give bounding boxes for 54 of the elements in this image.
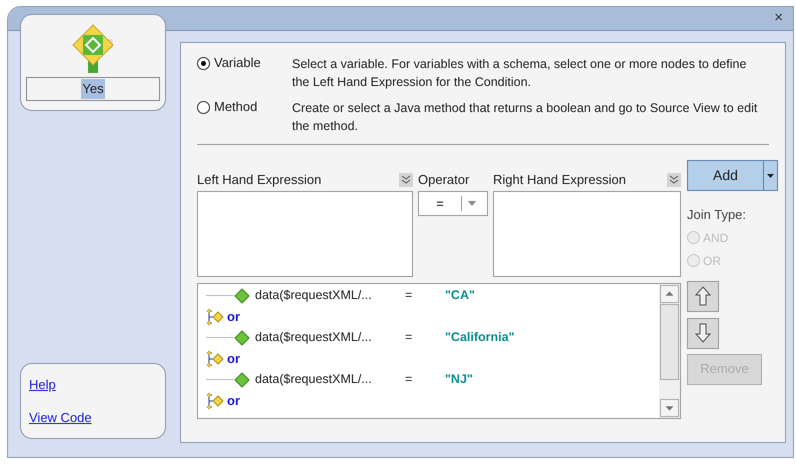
diamond-icon (234, 330, 250, 346)
radio-label[interactable]: Method (214, 97, 258, 117)
move-down-button[interactable] (687, 318, 719, 348)
close-button[interactable]: × (774, 7, 783, 30)
column-label: Operator (418, 171, 470, 190)
dropdown-arrow-icon (468, 201, 476, 206)
operator-value: = (405, 287, 414, 304)
right-value: "California" (445, 329, 515, 346)
right-value: "CA" (445, 287, 475, 304)
left-value: data($requestXML/... (255, 329, 373, 346)
scrollbar[interactable] (659, 284, 680, 418)
node-label-field[interactable]: Yes (26, 77, 160, 101)
column-label: Right Hand Expression (493, 171, 626, 190)
join-type-label: Join Type: (687, 206, 748, 224)
dropdown-arrow-icon (767, 174, 774, 178)
left-value: data($requestXML/... (255, 371, 373, 388)
column-label: Left Hand Expression (197, 171, 322, 190)
option-description: Create or select a Java method that returns a boolean and go to Source View to edit the method. (292, 100, 758, 135)
option-description: Select a variable. For variables with a schema, select one or more nodes to define the Left Hand Expression for the Condition. (292, 56, 748, 91)
radio-button[interactable] (197, 100, 210, 114)
radio-button[interactable] (197, 56, 210, 70)
join-icon (206, 350, 226, 368)
move-up-button[interactable] (687, 280, 719, 312)
link[interactable]: View Code (29, 408, 92, 428)
join-row[interactable]: or (198, 390, 659, 411)
scroll-down-icon[interactable] (660, 399, 679, 417)
scrollbar-thumb[interactable] (660, 304, 679, 380)
join-label: or (227, 308, 240, 326)
left-value: data($requestXML/... (255, 287, 373, 304)
expand-icon[interactable] (667, 173, 681, 187)
join-label: or (227, 350, 240, 368)
add-button[interactable]: Add (687, 160, 778, 191)
right-value: "NJ" (445, 371, 473, 388)
up-arrow-icon (695, 286, 711, 306)
condition-row[interactable]: data($requestXML/... = "NJ" (198, 369, 659, 390)
scroll-up-icon[interactable] (660, 285, 679, 303)
down-arrow-icon (695, 323, 711, 343)
join-icon (206, 308, 226, 326)
right-expression-field[interactable] (493, 191, 681, 277)
join-row[interactable]: or (198, 306, 659, 327)
left-expression-field[interactable] (197, 191, 413, 277)
operator-value: = (405, 329, 414, 346)
operator-value: = (405, 371, 414, 388)
diamond-icon (234, 372, 250, 388)
condition-row[interactable]: data($requestXML/... = "California" (198, 327, 659, 348)
join-icon (206, 392, 226, 410)
radio-label[interactable]: Variable (214, 53, 261, 73)
expand-icon[interactable] (399, 173, 413, 187)
operator-dropdown[interactable]: = (418, 191, 488, 216)
diamond-icon (234, 288, 250, 304)
condition-row[interactable]: data($requestXML/... = "CA" (198, 285, 659, 306)
join-label: or (227, 392, 240, 410)
link[interactable]: Help (29, 374, 56, 394)
join-row[interactable]: or (198, 348, 659, 369)
